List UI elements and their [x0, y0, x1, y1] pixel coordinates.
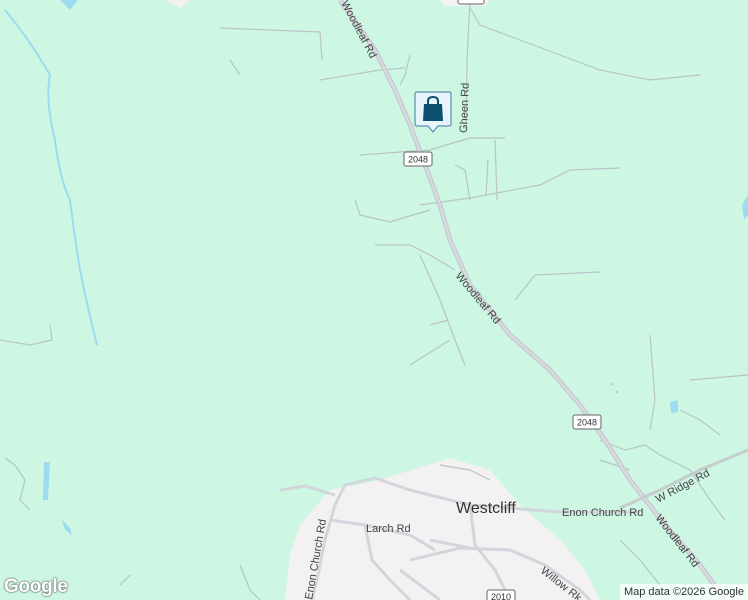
- google-logo: Google: [4, 576, 68, 597]
- shopping-bag-icon: [414, 91, 452, 133]
- pond-dot-2: [615, 390, 619, 394]
- road-label-enon-church-east: Enon Church Rd: [562, 507, 643, 519]
- pond-small-3: [670, 400, 678, 413]
- road-label-gheen: Gheen Rd: [458, 83, 472, 134]
- route-shield-bottom: 2010: [486, 589, 516, 600]
- route-shield-top: [457, 0, 485, 5]
- svg-text:2010: 2010: [491, 592, 511, 600]
- pond-dot-1: [610, 382, 614, 386]
- place-label-westcliff: Westcliff: [456, 500, 516, 517]
- map-attribution[interactable]: Map data ©2026 Google: [619, 584, 748, 600]
- location-marker[interactable]: [414, 91, 452, 133]
- map-canvas[interactable]: Woodleaf Rd Woodleaf Rd Woodleaf Rd Ghee…: [0, 0, 748, 600]
- road-label-larch: Larch Rd: [366, 523, 411, 535]
- route-shield-upper: 2048: [403, 151, 433, 167]
- svg-text:2048: 2048: [577, 418, 597, 428]
- svg-text:2048: 2048: [408, 155, 428, 165]
- route-shield-middle: 2048: [572, 414, 602, 430]
